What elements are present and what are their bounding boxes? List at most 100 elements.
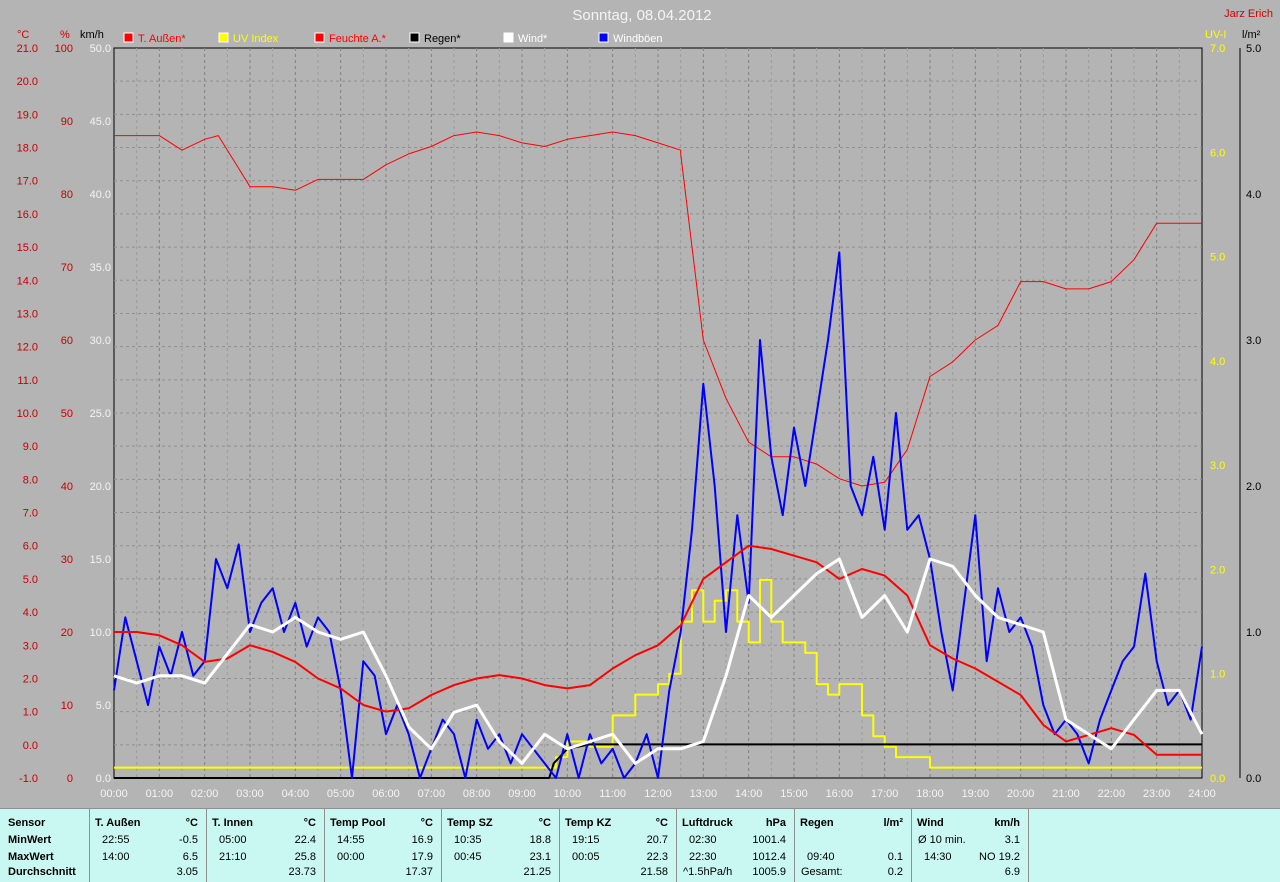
legend-item: UV Index [218, 32, 279, 45]
table-cell: MinWert [8, 834, 52, 846]
wind-tick-label: 50.0 [90, 43, 111, 55]
temp-tick-label: 9.0 [23, 441, 38, 453]
time-tick-label: 23:00 [1143, 788, 1171, 800]
wind-tick-label: 5.0 [96, 700, 111, 712]
time-tick-label: 14:00 [735, 788, 763, 800]
table-cell: 00:05 [572, 851, 600, 863]
table-cell: 21:10 [219, 851, 247, 863]
legend-swatch [123, 32, 134, 43]
table-cell: Temp KZ [565, 817, 612, 829]
table-cell: 22.3 [646, 851, 668, 863]
humidity-tick-label: 80 [61, 189, 73, 201]
time-tick-label: 21:00 [1052, 788, 1080, 800]
temp-tick-label: 8.0 [23, 474, 38, 486]
rain-tick-label: 1.0 [1246, 627, 1261, 639]
table-cell: 09:40 [807, 851, 835, 863]
time-tick-label: 00:00 [100, 788, 128, 800]
table-cell: Temp Pool [330, 817, 386, 829]
time-tick-label: 07:00 [418, 788, 446, 800]
table-cell: °C [655, 817, 668, 829]
weather-chart: 21.0 20.0 19.0 18.0 17.0 16.0 15.0 14.0 13.0 12.0… [17, 7, 1273, 800]
table-cell: 14:30 [924, 851, 952, 863]
table-cell: 21.58 [640, 866, 668, 878]
table-cell: 00:00 [337, 851, 365, 863]
time-tick-label: 17:00 [871, 788, 899, 800]
table-cell: 16.9 [411, 834, 433, 846]
uv-tick-label: 7.0 [1210, 43, 1225, 55]
legend-label: Wind* [518, 33, 548, 45]
table-row-labels: Sensor MinWert MaxWert Durchschnitt [0, 809, 90, 882]
table-cell: MaxWert [8, 851, 54, 863]
uv-tick-label: 5.0 [1210, 252, 1225, 264]
legend-item: Wind* [503, 32, 548, 45]
humidity-tick-label: 20 [61, 627, 73, 639]
temp-tick-label: 7.0 [23, 508, 38, 520]
table-cell: T. Außen [95, 817, 141, 829]
table-cell: Ø 10 min. [918, 834, 966, 846]
table-cell: 22:55 [102, 834, 130, 846]
temp-tick-label: 16.0 [17, 209, 38, 221]
table-cell: hPa [765, 817, 786, 829]
legend-label: Feuchte A.* [329, 33, 387, 45]
temp-tick-label: 20.0 [17, 76, 38, 88]
legend-swatch [314, 32, 325, 43]
table-cell: 25.8 [294, 851, 316, 863]
table-cell: 1012.4 [752, 851, 786, 863]
uv-tick-label: 3.0 [1210, 460, 1225, 472]
table-cell: 19:15 [572, 834, 600, 846]
time-tick-label: 24:00 [1188, 788, 1216, 800]
time-tick-label: 22:00 [1098, 788, 1126, 800]
time-tick-label: 12:00 [644, 788, 672, 800]
uv-tick-label: 6.0 [1210, 147, 1225, 159]
temp-tick-label: 18.0 [17, 143, 38, 155]
table-cell: ^1.5hPa/h [683, 866, 733, 878]
table-cell: 23.73 [288, 866, 316, 878]
time-tick-label: 03:00 [236, 788, 264, 800]
temp-tick-label: 0.0 [23, 740, 38, 752]
time-tick-label: 19:00 [962, 788, 990, 800]
wind-tick-label: 10.0 [90, 627, 111, 639]
table-cell: 14:00 [102, 851, 130, 863]
table-cell: °C [538, 817, 551, 829]
legend-label: UV Index [233, 33, 279, 45]
humidity-tick-label: 10 [61, 700, 73, 712]
stats-table: Sensor MinWert MaxWert Durchschnitt T. Außen… [0, 808, 1280, 882]
humidity-tick-label: 40 [61, 481, 73, 493]
time-tick-label: 08:00 [463, 788, 491, 800]
temp-tick-label: 13.0 [17, 308, 38, 320]
chart-title: Sonntag, 08.04.2012 [572, 7, 711, 24]
wind-tick-label: 20.0 [90, 481, 111, 493]
table-cell: 22.4 [294, 834, 316, 846]
table-cell: Temp SZ [447, 817, 493, 829]
wind-tick-label: 25.0 [90, 408, 111, 420]
humidity-tick-label: 50 [61, 408, 73, 420]
table-cell: 0.1 [887, 851, 903, 863]
time-tick-label: 10:00 [554, 788, 582, 800]
table-cell: 02:30 [689, 834, 717, 846]
table-cell: 20.7 [646, 834, 668, 846]
time-tick-label: 11:00 [599, 788, 626, 800]
temp-tick-label: 14.0 [17, 275, 38, 287]
table-column: Temp Pool °C 14:55 16.9 00:00 17.9 17.37 [325, 809, 442, 882]
legend-label: Regen* [424, 33, 461, 45]
temp-tick-label: 4.0 [23, 607, 38, 619]
wind-tick-label: 35.0 [90, 262, 111, 274]
wind-tick-label: 15.0 [90, 554, 111, 566]
table-cell: 22:30 [689, 851, 717, 863]
table-cell: Regen [800, 817, 834, 829]
table-cell: -0.5 [179, 834, 198, 846]
legend-item: T. Außen* [123, 32, 186, 45]
wind-tick-label: 30.0 [90, 335, 111, 347]
temp-tick-label: 3.0 [23, 640, 38, 652]
legend-label: T. Außen* [138, 33, 186, 45]
time-tick-label: 16:00 [826, 788, 854, 800]
time-tick-label: 04:00 [282, 788, 310, 800]
table-cell: 21.25 [523, 866, 551, 878]
rain-tick-label: 2.0 [1246, 481, 1261, 493]
time-tick-label: 18:00 [916, 788, 944, 800]
table-column: Regen l/m² 09:40 0.1 Gesamt: 0.2 [795, 809, 912, 882]
temp-tick-label: -1.0 [19, 773, 38, 785]
author-label: Jarz Erich [1224, 8, 1273, 20]
table-cell: 6.9 [1004, 866, 1020, 878]
temp-tick-label: 19.0 [17, 109, 38, 121]
